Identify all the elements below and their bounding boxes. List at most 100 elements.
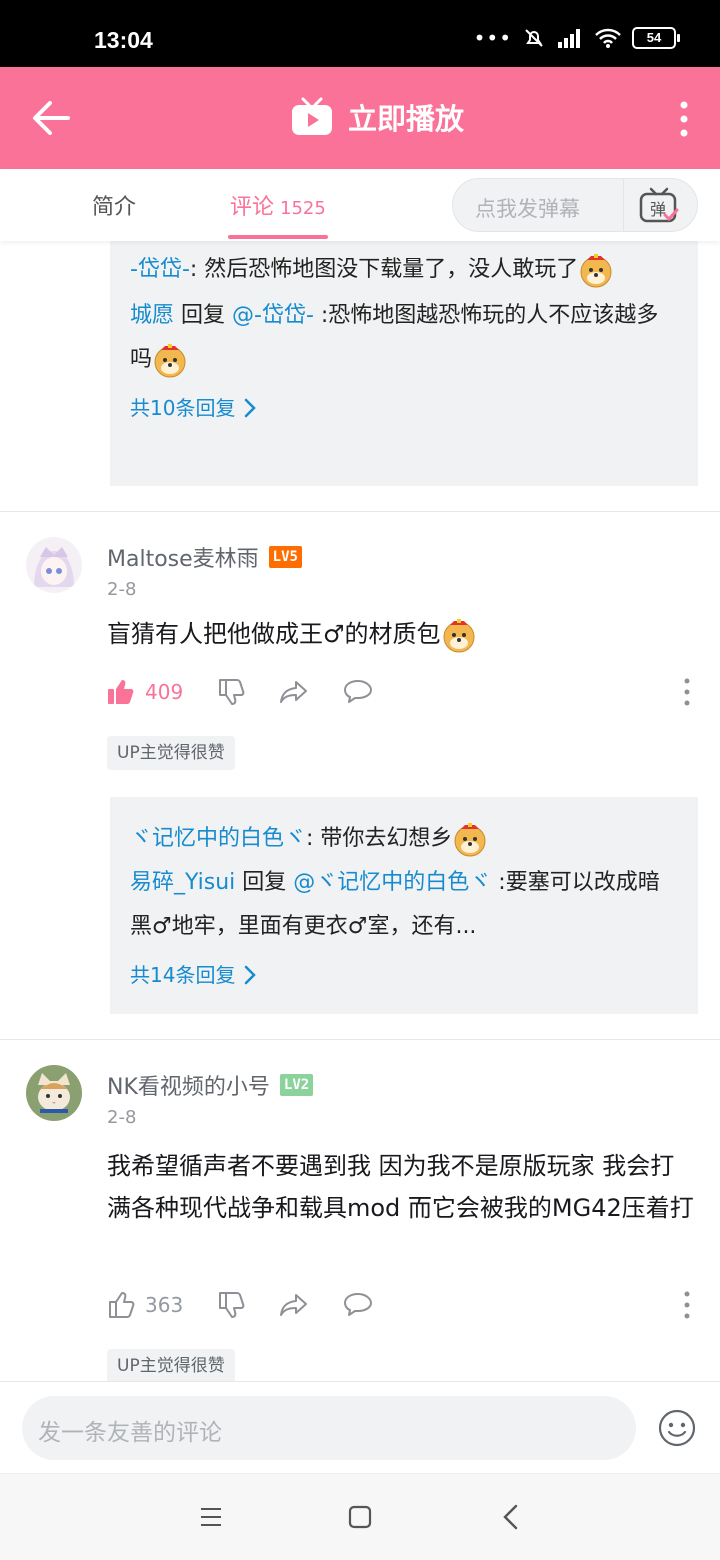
comment-actions: 363 (107, 1287, 692, 1323)
danmaku-tv-icon: 弹 (639, 187, 679, 223)
comment-item: NK看视频的小号 LV2 2-8 我希望循声者不要遇到我 因为我不是原版玩家 我… (0, 1039, 720, 1381)
kebab-menu-icon (684, 678, 690, 706)
more-replies-label: 共10条回复 (130, 396, 236, 420)
comment-text-row: 盲猜有人把他做成王♂的材质包 (107, 613, 697, 655)
like-button[interactable]: 409 (107, 678, 183, 706)
reply-item: 城愿 回复 @-岱岱- :恐怖地图越恐怖玩的人不应该越多吗 (130, 294, 678, 382)
wifi-icon (595, 28, 621, 48)
thumb-up-icon (109, 1292, 135, 1318)
more-notifications-icon: ••• (473, 26, 512, 50)
doge-emoji-icon (443, 619, 475, 653)
comment-input[interactable]: 发一条友善的评论 (22, 1396, 636, 1460)
dislike-button[interactable] (217, 678, 245, 706)
reply-username[interactable]: ヾ记忆中的白色ヾ (130, 826, 306, 851)
up-liked-badge: UP主觉得很赞 (107, 736, 235, 770)
system-nav-bar (0, 1473, 720, 1560)
reply-username[interactable]: -岱岱- (130, 257, 190, 282)
speech-bubble-icon (344, 680, 373, 703)
kebab-menu-icon (684, 1291, 690, 1319)
share-button[interactable] (279, 679, 309, 705)
like-count: 409 (145, 680, 184, 704)
top-bar: 立即播放 (0, 67, 720, 169)
signal-icon (558, 29, 580, 48)
system-back-button[interactable] (502, 1504, 520, 1534)
chevron-left-icon (503, 1504, 518, 1530)
square-home-icon (348, 1505, 372, 1529)
share-arrow-icon (280, 681, 308, 703)
danmaku-placeholder: 点我发弹幕 (475, 197, 580, 221)
avatar[interactable] (26, 537, 82, 593)
comment-more-button[interactable] (682, 674, 692, 714)
status-time: 13:04 (94, 27, 153, 53)
thumb-down-icon (219, 1292, 245, 1318)
share-button[interactable] (279, 1292, 309, 1318)
reply-mention[interactable]: @-岱岱- (232, 303, 314, 328)
battery-icon: 54 (632, 27, 680, 49)
doge-emoji-icon (454, 823, 486, 857)
back-button[interactable] (28, 97, 74, 139)
emoji-button[interactable] (658, 1409, 696, 1447)
danmaku-input[interactable]: 点我发弹幕 弹 (452, 178, 698, 232)
reply-preview-box[interactable]: ヾ记忆中的白色ヾ: 带你去幻想乡 易碎_Yisui 回复 @ヾ记忆中的白色ヾ :… (110, 797, 698, 1014)
chevron-right-icon (245, 398, 257, 418)
reply-username[interactable]: 城愿 (130, 303, 174, 328)
thumb-up-filled-icon (108, 680, 134, 704)
thumb-down-icon (219, 679, 245, 705)
user-level-badge: LV2 (279, 1074, 314, 1096)
comment-count: 1525 (280, 198, 326, 219)
doge-emoji-icon (580, 254, 612, 288)
comment-username[interactable]: NK看视频的小号 (107, 1069, 270, 1101)
play-now-label: 立即播放 (348, 102, 465, 136)
comments-list[interactable]: -岱岱-: 然后恐怖地图没下载量了，没人敢玩了 城愿 回复 @-岱岱- :恐怖地… (0, 241, 720, 1381)
comment-user-row: Maltose麦林雨 LV5 (107, 541, 302, 573)
tab-comments[interactable]: 评论 1525 (230, 189, 326, 221)
reply-button[interactable] (343, 1292, 373, 1318)
doge-emoji-icon (154, 344, 186, 378)
reply-item: ヾ记忆中的白色ヾ: 带你去幻想乡 (130, 817, 678, 861)
more-replies-label: 共14条回复 (130, 963, 236, 987)
view-more-replies-link[interactable]: 共10条回复 (130, 388, 678, 428)
menu-lines-icon (201, 1508, 221, 1526)
share-arrow-icon (280, 1294, 308, 1316)
reply-item: -岱岱-: 然后恐怖地图没下载量了，没人敢玩了 (130, 248, 678, 292)
reply-text: : 带你去幻想乡 (306, 826, 453, 851)
mute-bell-icon (525, 29, 543, 47)
smiley-icon (658, 1409, 696, 1447)
reply-connector: 回复 (235, 870, 294, 895)
anime-girl-avatar-image (26, 537, 82, 593)
comment-username[interactable]: Maltose麦林雨 (107, 541, 259, 573)
user-level-badge: LV5 (268, 546, 302, 568)
tab-intro[interactable]: 简介 (92, 189, 136, 221)
reply-username[interactable]: 易碎_Yisui (130, 870, 235, 895)
dislike-button[interactable] (217, 1291, 245, 1319)
tv-play-icon (292, 97, 332, 135)
chevron-right-icon (245, 965, 257, 985)
tab-bar: 简介 评论 1525 点我发弹幕 弹 (0, 169, 720, 241)
danmaku-icon-label: 弹 (650, 200, 666, 219)
home-button[interactable] (348, 1505, 372, 1533)
reply-preview-box[interactable]: -岱岱-: 然后恐怖地图没下载量了，没人敢玩了 城愿 回复 @-岱岱- :恐怖地… (110, 241, 698, 486)
avatar[interactable] (26, 1065, 82, 1121)
comment-more-button[interactable] (682, 1287, 692, 1327)
comment-text: 盲猜有人把他做成王♂的材质包 (107, 620, 441, 648)
view-more-replies-link[interactable]: 共14条回复 (130, 955, 678, 995)
speech-bubble-icon (344, 1293, 373, 1316)
reply-mention[interactable]: @ヾ记忆中的白色ヾ (293, 870, 491, 895)
danmaku-separator (623, 179, 624, 231)
comment-item: Maltose麦林雨 LV5 2-8 盲猜有人把他做成王♂的材质包 409 UP… (0, 511, 720, 1039)
recent-apps-button[interactable] (200, 1506, 222, 1532)
arrow-left-icon (33, 101, 70, 135)
like-button[interactable]: 363 (107, 1291, 183, 1319)
status-icons: ••• 54 (473, 26, 680, 50)
danmaku-toggle-button[interactable]: 弹 (639, 187, 679, 225)
play-now-button[interactable]: 立即播放 (290, 93, 464, 141)
reply-item: 易碎_Yisui 回复 @ヾ记忆中的白色ヾ :要塞可以改成暗黑♂地牢，里面有更衣… (130, 861, 678, 949)
up-liked-badge: UP主觉得很赞 (107, 1349, 235, 1381)
comment-actions: 409 (107, 674, 692, 710)
kebab-menu-icon (680, 101, 688, 137)
comment-date: 2-8 (107, 1107, 137, 1128)
more-options-button[interactable] (672, 99, 696, 139)
comment-input-bar: 发一条友善的评论 (0, 1381, 720, 1473)
reply-button[interactable] (343, 679, 373, 705)
like-count: 363 (145, 1293, 184, 1317)
